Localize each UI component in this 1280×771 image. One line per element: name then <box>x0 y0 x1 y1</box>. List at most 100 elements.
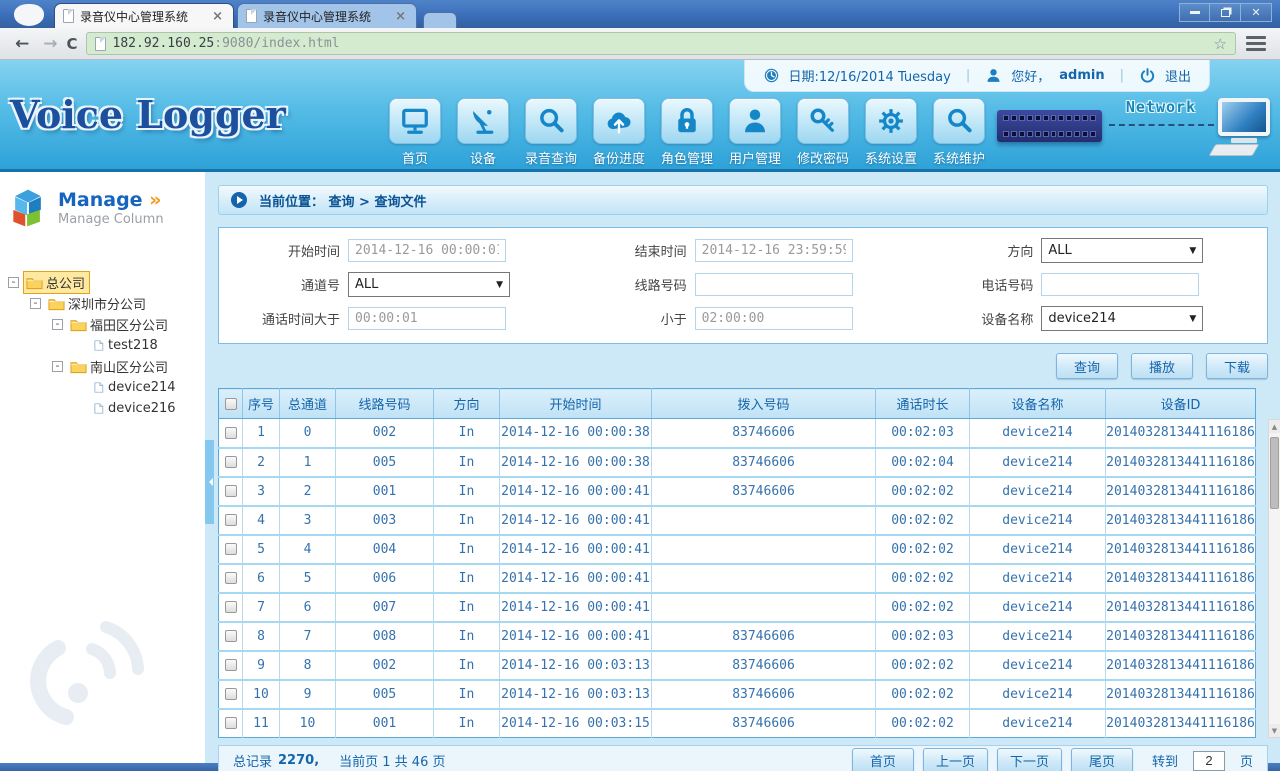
table-scrollbar[interactable]: ▲ ▼ <box>1268 419 1280 738</box>
row-checkbox[interactable] <box>225 572 237 584</box>
duration-lt-input[interactable] <box>695 307 853 330</box>
table-row[interactable]: 1110001In2014-12-16 00:03:158374660600:0… <box>219 709 1256 738</box>
close-button[interactable]: ✕ <box>1241 3 1272 22</box>
tree-node-福田区分公司[interactable]: -福田区分公司 <box>0 314 205 335</box>
minimize-button[interactable] <box>1179 3 1210 22</box>
row-checkbox[interactable] <box>225 717 237 729</box>
play-button[interactable]: 播放 <box>1131 353 1193 379</box>
line-number-input[interactable] <box>695 273 853 296</box>
browser-app-button[interactable] <box>14 4 44 26</box>
url-text[interactable]: 182.92.160.25:9080/index.html <box>113 36 1214 51</box>
tree-node-box[interactable]: 深圳市分公司 <box>45 292 151 315</box>
form-group-channel: 通道号ALL▼ <box>223 272 570 297</box>
tree-node-box[interactable]: 福田区分公司 <box>67 313 173 336</box>
table-row[interactable]: 54004In2014-12-16 00:00:4100:02:02device… <box>219 535 1256 564</box>
row-checkbox[interactable] <box>225 427 237 439</box>
table-cell <box>652 535 876 564</box>
new-tab-button[interactable] <box>423 12 457 28</box>
logout-link[interactable]: 退出 <box>1165 66 1191 85</box>
row-checkbox[interactable] <box>225 485 237 497</box>
tab-close-icon[interactable]: × <box>393 9 408 24</box>
address-bar[interactable]: 182.92.160.25:9080/index.html ☆ <box>86 32 1236 55</box>
channel-select[interactable]: ALL▼ <box>348 272 510 297</box>
forward-button[interactable]: → <box>43 34 57 54</box>
nav-item-password[interactable]: 修改密码 <box>793 98 853 167</box>
total-value: 2270, <box>278 753 319 768</box>
row-checkbox[interactable] <box>225 688 237 700</box>
table-row[interactable]: 65006In2014-12-16 00:00:4100:02:02device… <box>219 564 1256 593</box>
download-button[interactable]: 下载 <box>1206 353 1268 379</box>
first-page-button[interactable]: 首页 <box>852 748 914 771</box>
tree-expander-icon[interactable]: - <box>52 319 63 330</box>
tree-node-box[interactable]: device214 <box>89 378 181 397</box>
table-row[interactable]: 87008In2014-12-16 00:00:418374660600:02:… <box>219 622 1256 651</box>
table-row[interactable]: 98002In2014-12-16 00:03:138374660600:02:… <box>219 651 1256 680</box>
row-checkbox[interactable] <box>225 456 237 468</box>
results-table-wrap: 序号总通道线路号码方向开始时间拨入号码通话时长设备名称设备ID 10002In2… <box>218 388 1268 738</box>
scroll-up-icon[interactable]: ▲ <box>1269 420 1280 433</box>
row-checkbox[interactable] <box>225 543 237 555</box>
column-header: 设备ID <box>1106 389 1256 419</box>
table-cell: 007 <box>336 593 434 622</box>
tree-node-device216[interactable]: device216 <box>0 398 205 419</box>
table-row[interactable]: 109005In2014-12-16 00:03:138374660600:02… <box>219 680 1256 709</box>
table-row[interactable]: 43003In2014-12-16 00:00:4100:02:02device… <box>219 506 1256 535</box>
row-checkbox[interactable] <box>225 659 237 671</box>
nav-item-maintenance[interactable]: 系统维护 <box>929 98 989 167</box>
bookmark-star-icon[interactable]: ☆ <box>1214 35 1227 53</box>
nav-item-settings[interactable]: 系统设置 <box>861 98 921 167</box>
select-all-checkbox[interactable] <box>225 398 237 410</box>
tree-node-深圳市分公司[interactable]: -深圳市分公司 <box>0 293 205 314</box>
tree-expander-icon[interactable]: - <box>52 361 63 372</box>
restore-button[interactable] <box>1210 3 1241 22</box>
row-checkbox[interactable] <box>225 630 237 642</box>
tree-node-南山区分公司[interactable]: -南山区分公司 <box>0 356 205 377</box>
table-row[interactable]: 10002In2014-12-16 00:00:388374660600:02:… <box>219 419 1256 448</box>
nav-item-role[interactable]: 角色管理 <box>657 98 717 167</box>
prev-page-button[interactable]: 上一页 <box>923 748 988 771</box>
start-time-input[interactable] <box>348 239 506 262</box>
tree-node-box[interactable]: device216 <box>89 399 181 418</box>
table-cell: device214 <box>970 709 1106 738</box>
nav-item-device[interactable]: 设备 <box>453 98 513 167</box>
tree-node-box[interactable]: 南山区分公司 <box>67 355 173 378</box>
sidebar-collapse-handle[interactable] <box>205 440 214 524</box>
results-table: 序号总通道线路号码方向开始时间拨入号码通话时长设备名称设备ID 10002In2… <box>218 388 1256 738</box>
nav-item-record-query[interactable]: 录音查询 <box>521 98 581 167</box>
browser-tab-active[interactable]: 录音仪中心管理系统 × <box>54 3 234 28</box>
nav-item-home[interactable]: 首页 <box>385 98 445 167</box>
tab-close-icon[interactable]: × <box>210 9 225 24</box>
back-button[interactable]: ← <box>15 34 29 54</box>
direction-select[interactable]: ALL▼ <box>1041 238 1203 263</box>
phone-number-input[interactable] <box>1041 273 1199 296</box>
browser-tab-inactive[interactable]: 录音仪中心管理系统 × <box>237 3 417 28</box>
table-row[interactable]: 21005In2014-12-16 00:00:388374660600:02:… <box>219 448 1256 477</box>
table-row[interactable]: 32001In2014-12-16 00:00:418374660600:02:… <box>219 477 1256 506</box>
nav-item-user[interactable]: 用户管理 <box>725 98 785 167</box>
total-label: 总记录 <box>233 751 272 770</box>
scroll-down-icon[interactable]: ▼ <box>1269 724 1280 737</box>
last-page-button[interactable]: 尾页 <box>1071 748 1133 771</box>
tree-expander-icon[interactable]: - <box>30 298 41 309</box>
tree-node-box[interactable]: 总公司 <box>23 271 90 294</box>
row-checkbox[interactable] <box>225 514 237 526</box>
device-name-select[interactable]: device214▼ <box>1041 306 1203 331</box>
table-row[interactable]: 76007In2014-12-16 00:00:4100:02:02device… <box>219 593 1256 622</box>
end-time-input[interactable] <box>695 239 853 262</box>
next-page-button[interactable]: 下一页 <box>997 748 1062 771</box>
query-button[interactable]: 查询 <box>1056 353 1118 379</box>
tree-node-box[interactable]: test218 <box>89 336 163 355</box>
tree-node-test218[interactable]: test218 <box>0 335 205 356</box>
table-cell: 9 <box>243 651 280 680</box>
tree-node-总公司[interactable]: -总公司 <box>0 272 205 293</box>
nav-item-backup[interactable]: 备份进度 <box>589 98 649 167</box>
goto-page-input[interactable] <box>1193 751 1225 771</box>
row-checkbox[interactable] <box>225 601 237 613</box>
browser-menu-icon[interactable] <box>1246 36 1266 51</box>
pagination-bar: 总记录 2270, 当前页 1 共 46 页 首页上一页下一页尾页 转到 页 <box>218 745 1268 771</box>
scrollbar-thumb[interactable] <box>1270 437 1279 509</box>
tree-node-device214[interactable]: device214 <box>0 377 205 398</box>
duration-gt-input[interactable] <box>348 307 506 330</box>
reload-button[interactable]: C <box>67 35 78 53</box>
tree-expander-icon[interactable]: - <box>8 277 19 288</box>
